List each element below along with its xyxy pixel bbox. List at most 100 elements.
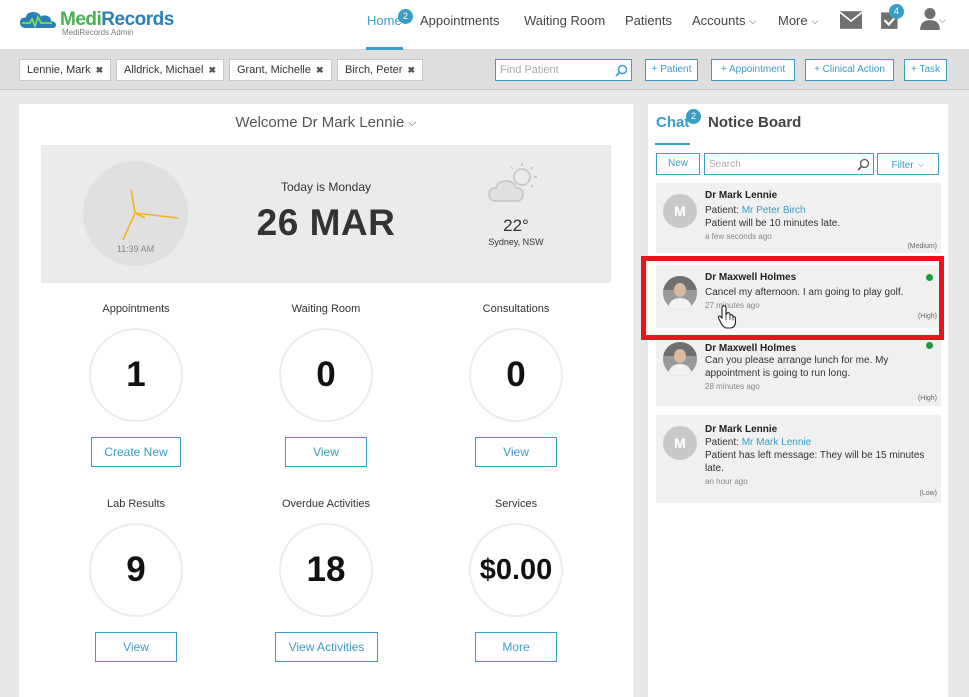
chevron-down-icon[interactable]: ⌵ bbox=[939, 15, 946, 26]
today-summary: 11:39 AM Today is Monday 26 MAR 22° Sydn… bbox=[41, 145, 611, 283]
hand-cursor-icon bbox=[717, 305, 737, 329]
close-icon[interactable]: ✖ bbox=[208, 65, 216, 75]
view-consultations-button[interactable]: View bbox=[475, 437, 557, 467]
close-icon[interactable]: ✖ bbox=[316, 65, 324, 75]
clock-time: 11:39 AM bbox=[116, 244, 155, 254]
home-badge: 2 bbox=[398, 9, 413, 24]
stat-value-appointments: 1 bbox=[89, 328, 183, 422]
nav-appointments[interactable]: Appointments bbox=[420, 13, 500, 37]
message-priority: (Low) bbox=[919, 490, 937, 497]
chat-message[interactable]: M Dr Mark Lennie Patient: Mr Peter Birch… bbox=[656, 183, 941, 253]
close-icon[interactable]: ✖ bbox=[407, 65, 415, 75]
tab-notice-board[interactable]: Notice Board bbox=[708, 114, 801, 131]
nav-more[interactable]: More ⌵ bbox=[778, 13, 818, 37]
location: Sydney, NSW bbox=[488, 237, 544, 247]
tab-active-indicator bbox=[655, 143, 690, 145]
app-subtitle: MediRecords Admin bbox=[62, 28, 134, 37]
message-text: late. bbox=[705, 463, 724, 474]
search-icon[interactable] bbox=[615, 64, 628, 77]
create-appointment-button[interactable]: Create New bbox=[91, 437, 181, 467]
nav-waiting-room[interactable]: Waiting Room bbox=[524, 13, 605, 37]
stat-label-services: Services bbox=[494, 498, 538, 510]
stat-label-consultations: Consultations bbox=[482, 303, 550, 315]
stat-label-appointments: Appointments bbox=[102, 303, 170, 315]
current-date: 26 MAR bbox=[256, 202, 396, 243]
nav-accounts[interactable]: Accounts ⌵ bbox=[692, 13, 756, 37]
online-status-icon bbox=[926, 274, 933, 281]
stat-value-overdue-activities: 18 bbox=[279, 523, 373, 617]
chat-search-field[interactable] bbox=[704, 153, 874, 175]
tasks-badge: 4 bbox=[889, 4, 904, 19]
message-author: Dr Mark Lennie bbox=[705, 190, 778, 201]
nav-home[interactable]: Home bbox=[367, 13, 402, 37]
chat-message[interactable]: Dr Maxwell Holmes Can you please arrange… bbox=[656, 334, 941, 406]
chat-message[interactable]: M Dr Mark Lennie Patient: Mr Mark Lennie… bbox=[656, 415, 941, 503]
message-time: an hour ago bbox=[705, 477, 748, 486]
tab-chat[interactable]: Chat bbox=[656, 114, 689, 131]
patient-link[interactable]: Mr Peter Birch bbox=[742, 205, 806, 216]
patient-tab[interactable]: Grant, Michelle ✖ bbox=[229, 59, 332, 81]
avatar bbox=[663, 276, 697, 310]
avatar: M bbox=[663, 426, 697, 460]
new-message-button[interactable]: New bbox=[656, 153, 700, 175]
mail-icon[interactable] bbox=[840, 9, 862, 31]
message-text: appointment is going to run long. bbox=[705, 368, 851, 379]
chat-panel: Chat 2 Notice Board New Filter⌵ M Dr Mar… bbox=[648, 104, 948, 697]
message-author: Dr Maxwell Holmes bbox=[705, 272, 797, 283]
message-text: Patient will be 10 minutes late. bbox=[705, 218, 841, 229]
analog-clock: 11:39 AM bbox=[83, 161, 188, 266]
message-time: 28 minutes ago bbox=[705, 382, 760, 391]
dashboard-panel: Welcome Dr Mark Lennie ⌵ 11:39 AM Today i… bbox=[19, 104, 633, 697]
message-priority: (High) bbox=[917, 395, 937, 402]
today-label: Today is Monday bbox=[280, 180, 372, 194]
view-activities-button[interactable]: View Activities bbox=[275, 632, 378, 662]
more-services-button[interactable]: More bbox=[475, 632, 557, 662]
nav-patients[interactable]: Patients bbox=[625, 13, 672, 37]
online-status-icon bbox=[926, 342, 933, 349]
stat-label-waiting-room: Waiting Room bbox=[291, 303, 361, 315]
user-icon[interactable] bbox=[919, 8, 941, 30]
add-task-button[interactable]: + Task bbox=[904, 59, 947, 81]
close-icon[interactable]: ✖ bbox=[96, 65, 104, 75]
view-lab-results-button[interactable]: View bbox=[95, 632, 177, 662]
find-patient-field[interactable] bbox=[495, 59, 632, 81]
message-time: a few seconds ago bbox=[705, 232, 772, 241]
view-waiting-room-button[interactable]: View bbox=[285, 437, 367, 467]
welcome-heading[interactable]: Welcome Dr Mark Lennie ⌵ bbox=[19, 114, 633, 131]
cloud-heartbeat-icon bbox=[20, 12, 56, 29]
chat-message[interactable]: Dr Maxwell Holmes Cancel my afternoon. I… bbox=[656, 265, 941, 328]
avatar bbox=[663, 342, 697, 376]
stat-value-lab-results: 9 bbox=[89, 523, 183, 617]
find-patient-input[interactable] bbox=[496, 60, 608, 80]
app-logo[interactable]: MediRecords MediRecords Admin bbox=[18, 8, 178, 40]
add-clinical-action-button[interactable]: + Clinical Action bbox=[805, 59, 894, 81]
add-patient-button[interactable]: + Patient bbox=[645, 59, 698, 81]
chat-search-input[interactable] bbox=[705, 154, 853, 175]
stat-value-consultations: 0 bbox=[469, 328, 563, 422]
message-priority: (Medium) bbox=[907, 243, 937, 250]
chevron-down-icon: ⌵ bbox=[811, 16, 819, 26]
stat-value-services: $0.00 bbox=[469, 523, 563, 617]
filter-button[interactable]: Filter ⌵ bbox=[877, 153, 939, 175]
stat-label-lab-results: Lab Results bbox=[106, 498, 166, 510]
patient-tab[interactable]: Birch, Peter ✖ bbox=[337, 59, 424, 81]
message-text: Can you please arrange lunch for me. My bbox=[705, 355, 889, 366]
chevron-down-icon: ⌵ bbox=[408, 117, 417, 129]
top-header: MediRecords MediRecords Admin Home 2 App… bbox=[0, 0, 969, 50]
patient-tab[interactable]: Lennie, Mark ✖ bbox=[19, 59, 112, 81]
temperature: 22° bbox=[503, 216, 529, 235]
search-icon[interactable] bbox=[857, 158, 870, 171]
message-author: Dr Maxwell Holmes bbox=[705, 343, 797, 354]
patient-link[interactable]: Mr Mark Lennie bbox=[742, 437, 811, 448]
add-appointment-button[interactable]: + Appointment bbox=[711, 59, 795, 81]
message-text: Patient has left message: They will be 1… bbox=[705, 450, 925, 461]
chevron-down-icon: ⌵ bbox=[917, 159, 925, 169]
message-author: Dr Mark Lennie bbox=[705, 424, 778, 435]
avatar: M bbox=[663, 194, 697, 228]
message-text: Cancel my afternoon. I am going to play … bbox=[705, 287, 904, 298]
message-priority: (High) bbox=[917, 313, 937, 320]
chevron-down-icon: ⌵ bbox=[749, 16, 757, 26]
message-patient: Patient: Mr Mark Lennie bbox=[705, 437, 812, 448]
stat-value-waiting-room: 0 bbox=[279, 328, 373, 422]
patient-tab[interactable]: Alldrick, Michael ✖ bbox=[116, 59, 225, 81]
